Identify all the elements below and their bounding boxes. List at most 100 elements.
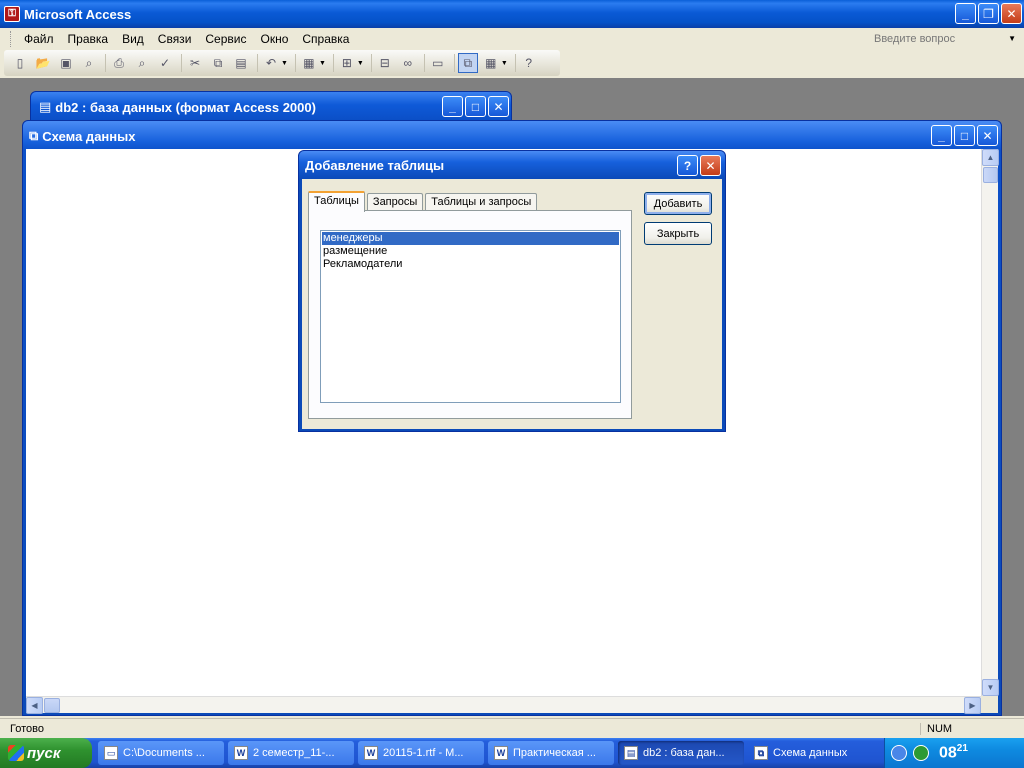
dialog-tabs: Таблицы Запросы Таблицы и запросы — [308, 190, 539, 212]
relationships-icon[interactable]: ⧉ — [457, 53, 478, 73]
tab-queries[interactable]: Запросы — [366, 193, 424, 211]
scroll-right-icon[interactable]: ▶ — [964, 697, 981, 714]
toolbar-separator — [370, 54, 372, 72]
link-icon[interactable]: ∞ — [398, 53, 418, 73]
arrow-left-icon[interactable] — [891, 745, 907, 761]
undo-icon[interactable]: ↶ — [261, 53, 281, 73]
close-button[interactable]: ✕ — [488, 96, 509, 117]
save-icon[interactable]: ▣ — [56, 53, 76, 73]
spelling-icon[interactable]: ✓ — [155, 53, 175, 73]
file-search-icon[interactable]: ⌕ — [79, 53, 99, 73]
taskbar-item[interactable]: ▤ db2 : база дан... — [618, 741, 744, 765]
menu-window[interactable]: Окно — [253, 32, 295, 46]
chevron-down-icon[interactable]: ▼ — [281, 60, 288, 67]
print-icon[interactable]: ⎙ — [109, 53, 129, 73]
taskbar-item-label: C:\Documents ... — [123, 747, 205, 759]
toolbar-separator — [332, 54, 334, 72]
taskbar-item-label: Схема данных — [773, 747, 848, 759]
minimize-button[interactable]: _ — [442, 96, 463, 117]
taskbar-item[interactable]: W 20115-1.rtf - M... — [358, 741, 484, 765]
taskbar-item-label: db2 : база дан... — [643, 747, 725, 759]
relationship-toolbar: ▯ 📂 ▣ ⌕ ⎙ ⌕ ✓ ✂ ⧉ ▤ ↶ ▼ ▦ ▼ ⊞ ▼ ⊟ ∞ ▭ ⧉ … — [4, 50, 560, 76]
table-listbox[interactable]: менеджеры размещение Рекламодатели — [320, 230, 621, 403]
tab-tables-and-queries[interactable]: Таблицы и запросы — [425, 193, 538, 211]
taskbar-item[interactable]: W 2 семестр_11-... — [228, 741, 354, 765]
new-file-icon[interactable]: ▯ — [10, 53, 30, 73]
app-title-bar[interactable]: ⚿ Microsoft Access _ ❐ ✕ — [0, 0, 1024, 28]
menu-file[interactable]: Файл — [17, 32, 61, 46]
word-doc-icon: W — [364, 746, 378, 760]
clock[interactable]: 0821 — [939, 743, 968, 762]
list-item[interactable]: Рекламодатели — [322, 258, 619, 271]
restore-button[interactable]: ❐ — [978, 3, 999, 24]
toolbar-separator — [257, 54, 258, 72]
copy-icon[interactable]: ⧉ — [208, 53, 228, 73]
properties-icon[interactable]: ▭ — [428, 53, 448, 73]
help-icon[interactable]: ? — [677, 155, 698, 176]
paste-icon[interactable]: ▤ — [231, 53, 251, 73]
toolbar-separator — [181, 54, 182, 72]
list-item[interactable]: размещение — [322, 245, 619, 258]
close-button[interactable]: Закрыть — [644, 222, 712, 245]
maximize-button[interactable]: □ — [954, 125, 975, 146]
scroll-left-icon[interactable]: ◀ — [26, 697, 43, 714]
relationships-icon: ⧉ — [29, 128, 39, 143]
toolbar-separator — [423, 54, 425, 72]
horizontal-scroll-thumb[interactable] — [44, 698, 60, 713]
chevron-down-icon[interactable]: ▼ — [319, 60, 326, 67]
open-folder-icon[interactable]: 📂 — [33, 53, 53, 73]
tab-tables[interactable]: Таблицы — [308, 191, 365, 212]
antivirus-icon[interactable] — [913, 745, 929, 761]
toolbar-separator — [294, 54, 296, 72]
chevron-down-icon[interactable]: ▼ — [501, 60, 508, 67]
toolbar-separator — [105, 54, 106, 72]
minimize-button[interactable]: _ — [931, 125, 952, 146]
vertical-scrollbar[interactable]: ▲ ▼ — [981, 149, 999, 696]
menu-help[interactable]: Справка — [295, 32, 356, 46]
windows-logo-icon — [8, 745, 24, 761]
taskbar-item[interactable]: W Практическая ... — [488, 741, 614, 765]
clock-hours: 08 — [939, 744, 957, 762]
office-links-icon[interactable]: ▦ — [299, 53, 319, 73]
print-preview-icon[interactable]: ⌕ — [132, 53, 152, 73]
new-object-icon[interactable]: ▦ — [481, 53, 501, 73]
taskbar-item[interactable]: ⧉ Схема данных — [748, 741, 874, 765]
clock-minutes: 21 — [956, 743, 968, 755]
ask-question-box[interactable]: Введите вопрос ▼ — [870, 30, 1020, 48]
ask-question-placeholder: Введите вопрос — [874, 33, 956, 45]
menu-grip[interactable] — [10, 31, 13, 47]
close-button[interactable]: ✕ — [1001, 3, 1022, 24]
chevron-down-icon[interactable]: ▼ — [357, 60, 364, 67]
close-button[interactable]: ✕ — [977, 125, 998, 146]
access-app-icon[interactable]: ⚿ — [4, 6, 20, 22]
chevron-down-icon[interactable]: ▼ — [1008, 34, 1016, 43]
cut-icon[interactable]: ✂ — [185, 53, 205, 73]
scroll-up-icon[interactable]: ▲ — [982, 149, 999, 166]
vertical-scroll-thumb[interactable] — [983, 167, 998, 183]
show-table-dialog[interactable]: Добавление таблицы ? ✕ Таблицы Запросы Т… — [298, 150, 726, 432]
maximize-button[interactable]: □ — [465, 96, 486, 117]
dialog-title: Добавление таблицы — [305, 158, 445, 173]
menu-view[interactable]: Вид — [115, 32, 151, 46]
analyze-icon[interactable]: ⊞ — [337, 53, 357, 73]
minimize-button[interactable]: _ — [955, 3, 976, 24]
database-icon: ▤ — [624, 746, 638, 760]
menu-edit[interactable]: Правка — [61, 32, 116, 46]
close-icon[interactable]: ✕ — [700, 155, 721, 176]
dialog-body: Таблицы Запросы Таблицы и запросы менедж… — [302, 179, 722, 429]
help-icon[interactable]: ? — [519, 53, 539, 73]
taskbar-item-label: 2 семестр_11-... — [253, 747, 335, 759]
scroll-down-icon[interactable]: ▼ — [982, 679, 999, 696]
menu-relationships[interactable]: Связи — [151, 32, 199, 46]
show-table-icon[interactable]: ⊟ — [375, 53, 395, 73]
start-button[interactable]: пуск — [0, 738, 92, 768]
menu-tools[interactable]: Сервис — [198, 32, 253, 46]
list-item[interactable]: менеджеры — [321, 231, 620, 246]
taskbar-item[interactable]: ▭ C:\Documents ... — [98, 741, 224, 765]
status-text: Готово — [10, 722, 44, 735]
horizontal-scrollbar[interactable]: ◀ ▶ — [26, 696, 981, 714]
taskbar-item-label: Практическая ... — [513, 747, 596, 759]
taskbar: пуск ▭ C:\Documents ... W 2 семестр_11-...… — [0, 738, 1024, 768]
menu-bar: Файл Правка Вид Связи Сервис Окно Справк… — [0, 28, 1024, 50]
add-button[interactable]: Добавить — [644, 192, 712, 215]
